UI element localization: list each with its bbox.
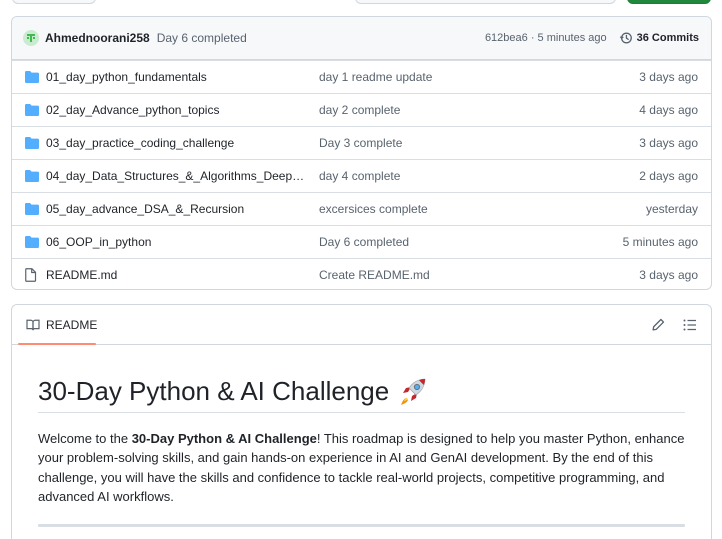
file-date: 4 days ago xyxy=(639,103,698,117)
folder-icon xyxy=(25,137,41,149)
commits-link[interactable]: 36 Commits xyxy=(619,31,699,45)
readme-tab[interactable]: README xyxy=(24,305,99,345)
latest-commit-bar: Ahmednoorani258 Day 6 completed 612bea6 … xyxy=(12,17,711,60)
branch-button[interactable] xyxy=(12,0,96,4)
file-row[interactable]: 01_day_python_fundamentals day 1 readme … xyxy=(12,60,711,93)
file-commit-message[interactable]: day 1 readme update xyxy=(319,70,579,84)
file-name[interactable]: 05_day_advance_DSA_&_Recursion xyxy=(46,202,305,216)
file-name[interactable]: 03_day_practice_coding_challenge xyxy=(46,136,305,150)
edit-button[interactable] xyxy=(649,316,667,334)
intro-pre: Welcome to the xyxy=(38,431,132,446)
file-date: 3 days ago xyxy=(639,268,698,282)
file-name[interactable]: 01_day_python_fundamentals xyxy=(46,70,305,84)
history-icon xyxy=(619,32,632,44)
readme-intro: Welcome to the 30-Day Python & AI Challe… xyxy=(38,429,685,506)
file-name[interactable]: 06_OOP_in_python xyxy=(46,235,305,249)
file-date: 3 days ago xyxy=(639,70,698,84)
readme-content: 30-Day Python & AI Challenge Welcome to … xyxy=(12,345,711,528)
folder-icon xyxy=(25,203,41,215)
file-commit-message[interactable]: day 2 complete xyxy=(319,103,579,117)
file-commit-message[interactable]: excersices complete xyxy=(319,202,579,216)
pencil-icon xyxy=(651,318,664,331)
folder-icon xyxy=(25,71,41,83)
file-date: 5 minutes ago xyxy=(622,235,698,249)
file-listing: Ahmednoorani258 Day 6 completed 612bea6 … xyxy=(11,16,712,290)
file-date: 2 days ago xyxy=(639,169,698,183)
rocket-icon xyxy=(397,375,429,407)
go-to-file-input[interactable] xyxy=(355,0,616,4)
readme-header: README xyxy=(12,305,711,345)
readme-panel: README 30-Day Python & AI Challenge Welc… xyxy=(11,304,712,539)
folder-icon xyxy=(25,170,41,182)
file-row[interactable]: 05_day_advance_DSA_&_Recursion excersice… xyxy=(12,192,711,225)
file-name[interactable]: 04_day_Data_Structures_&_Algorithms_Deep… xyxy=(46,169,305,183)
file-date: 3 days ago xyxy=(639,136,698,150)
list-icon xyxy=(683,319,696,330)
commit-message[interactable]: Day 6 completed xyxy=(157,31,247,45)
intro-bold: 30-Day Python & AI Challenge xyxy=(131,431,317,446)
folder-icon xyxy=(25,236,41,248)
file-commit-message[interactable]: Day 6 completed xyxy=(319,235,579,249)
outline-button[interactable] xyxy=(681,316,699,334)
file-name[interactable]: 02_day_Advance_python_topics xyxy=(46,103,305,117)
book-icon xyxy=(26,319,40,330)
folder-icon xyxy=(25,104,41,116)
file-row[interactable]: 02_day_Advance_python_topics day 2 compl… xyxy=(12,93,711,126)
readme-title: 30-Day Python & AI Challenge xyxy=(38,375,685,413)
file-row[interactable]: 06_OOP_in_python Day 6 completed 5 minut… xyxy=(12,225,711,258)
file-date: yesterday xyxy=(645,202,698,216)
commit-hash-time[interactable]: 612bea6 · 5 minutes ago xyxy=(485,32,607,44)
active-tab-underline xyxy=(18,343,96,345)
commits-label: 36 Commits xyxy=(636,32,699,44)
file-name[interactable]: README.md xyxy=(46,268,305,282)
divider xyxy=(38,524,685,528)
avatar[interactable] xyxy=(23,30,39,46)
file-icon xyxy=(25,268,41,282)
readme-tab-label: README xyxy=(46,317,98,332)
file-row[interactable]: 03_day_practice_coding_challenge Day 3 c… xyxy=(12,126,711,159)
code-button[interactable] xyxy=(627,0,711,4)
file-row[interactable]: 04_day_Data_Structures_&_Algorithms_Deep… xyxy=(12,159,711,192)
file-commit-message[interactable]: day 4 complete xyxy=(319,169,579,183)
file-row[interactable]: README.md Create README.md 3 days ago xyxy=(12,258,711,289)
readme-title-text: 30-Day Python & AI Challenge xyxy=(38,375,390,406)
file-commit-message[interactable]: Day 3 complete xyxy=(319,136,579,150)
commit-author[interactable]: Ahmednoorani258 xyxy=(45,31,150,45)
file-commit-message[interactable]: Create README.md xyxy=(319,268,579,282)
